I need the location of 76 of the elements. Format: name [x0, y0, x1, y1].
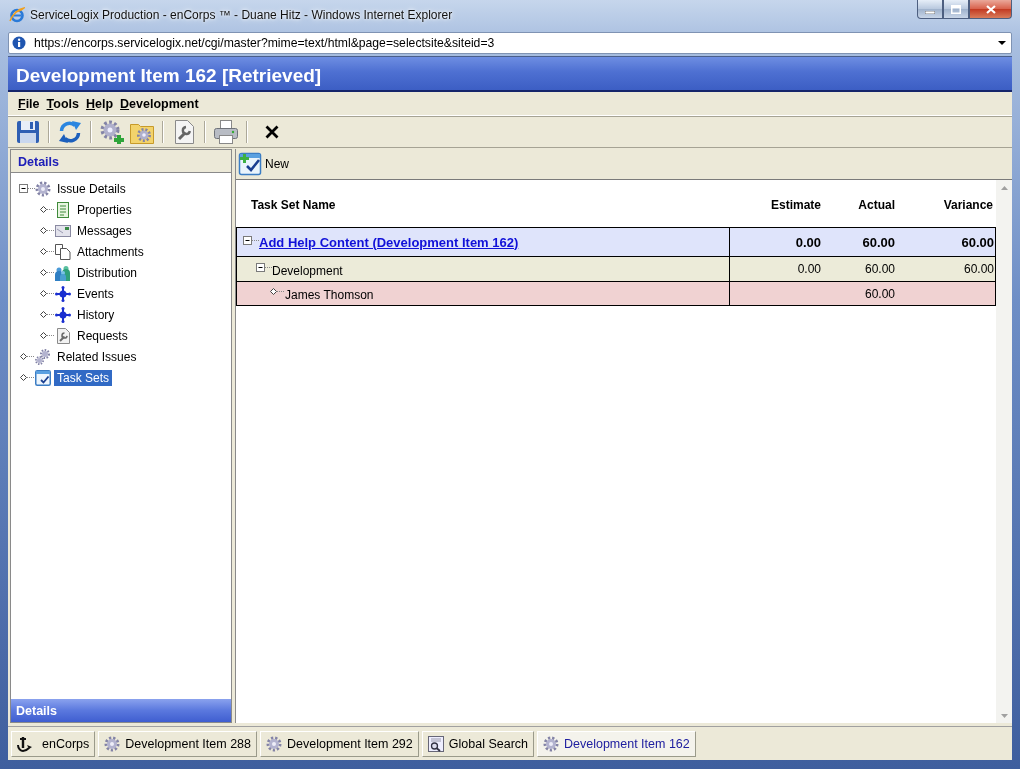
taskbar-tab[interactable]: Development Item 292 [260, 730, 419, 757]
gear-plus-icon [100, 120, 124, 144]
plus-checkbox-icon [238, 152, 262, 176]
estimate-value: 0.00 [796, 261, 822, 278]
network-node-icon [55, 306, 71, 323]
column-header: Task Set Name [250, 197, 337, 214]
collapse-icon[interactable] [256, 262, 272, 272]
column-header: Variance [942, 197, 994, 214]
maximize-button[interactable] [943, 0, 969, 19]
new-button[interactable]: New [236, 151, 291, 177]
column-header: Actual [857, 197, 896, 214]
taskbar-tab[interactable]: Development Item 288 [98, 730, 257, 757]
task-set-link[interactable]: Add Help Content (Development Item 162) [259, 234, 519, 250]
info-icon [12, 35, 26, 50]
maximize-icon [951, 4, 961, 14]
gear-plus-button[interactable] [99, 119, 125, 145]
variance-value: 60.00 [960, 233, 995, 252]
estimate-value: 0.00 [794, 233, 822, 252]
pages-icon [55, 243, 71, 260]
menu-item[interactable]: Development [118, 94, 201, 113]
gears-icon [35, 348, 51, 365]
task-name: Development [272, 262, 343, 278]
actual-value: 60.00 [861, 233, 896, 252]
gear-icon [35, 180, 51, 197]
collapse-icon[interactable] [243, 235, 259, 245]
tree-item[interactable]: Events [74, 285, 117, 302]
task-name: James Thomson [285, 287, 374, 302]
panel-header: Details [11, 150, 231, 173]
refresh-icon [58, 120, 82, 144]
search-document-icon [427, 735, 444, 752]
taskbar-tab[interactable]: Global Search [421, 730, 534, 757]
actual-value: 60.00 [863, 285, 896, 303]
tree-item[interactable]: History [74, 306, 118, 323]
envelope-icon [55, 222, 71, 239]
print-button[interactable] [213, 119, 239, 145]
tree-item[interactable]: Attachments [74, 243, 147, 260]
column-header: Estimate [769, 197, 822, 214]
anchor-icon [17, 735, 33, 752]
menu-item[interactable]: Help [83, 94, 116, 113]
refresh-button[interactable] [57, 119, 83, 145]
page-header: Development Item 162 [Retrieved] [8, 57, 1012, 92]
save-button[interactable] [15, 119, 41, 145]
gear-icon [266, 735, 282, 752]
gear-icon [104, 735, 121, 752]
tree-item[interactable]: Task Sets [54, 369, 113, 386]
actual-value: 60.00 [863, 261, 896, 278]
checked-window-icon [35, 369, 51, 386]
minimize-icon [925, 10, 935, 14]
printer-icon [214, 120, 238, 144]
tree-item[interactable]: Distribution [74, 264, 141, 281]
close-button[interactable] [969, 0, 1012, 19]
menu-item[interactable]: File [16, 94, 42, 113]
address-field[interactable]: https://encorps.servicelogix.net/cgi/master?mime=text/html&page=selectsite&siteid=3 [8, 31, 1012, 54]
variance-value: 60.00 [962, 261, 995, 278]
x-mark-icon [265, 125, 279, 139]
taskbar-tab[interactable]: enCorps [11, 730, 96, 757]
tree-item[interactable]: Related Issues [54, 348, 140, 365]
close-icon [985, 4, 996, 14]
wrench-document-icon [55, 327, 71, 344]
network-node-icon [55, 285, 71, 302]
taskbar-tab[interactable]: Development Item 162 [537, 730, 696, 757]
tree-item[interactable]: Properties [74, 201, 135, 218]
dropdown-caret-icon[interactable] [998, 40, 1006, 45]
menu-item[interactable]: Tools [44, 94, 81, 113]
wrench-document-icon [172, 120, 196, 144]
tree-item[interactable]: Requests [74, 327, 131, 344]
collapse-icon[interactable] [19, 184, 35, 193]
minimize-button[interactable] [917, 0, 943, 19]
panel-tab[interactable]: Details [11, 699, 231, 722]
people-icon [55, 264, 71, 281]
tree-item[interactable]: Messages [74, 222, 135, 239]
gear-icon [543, 735, 559, 752]
tree-item[interactable]: Issue Details [54, 180, 129, 197]
app-logo-icon [9, 6, 25, 23]
document-icon [55, 201, 71, 218]
window-title: ServiceLogix Production - enCorps ™ - Duane Hitz - Windows Internet Explorer [30, 7, 453, 22]
